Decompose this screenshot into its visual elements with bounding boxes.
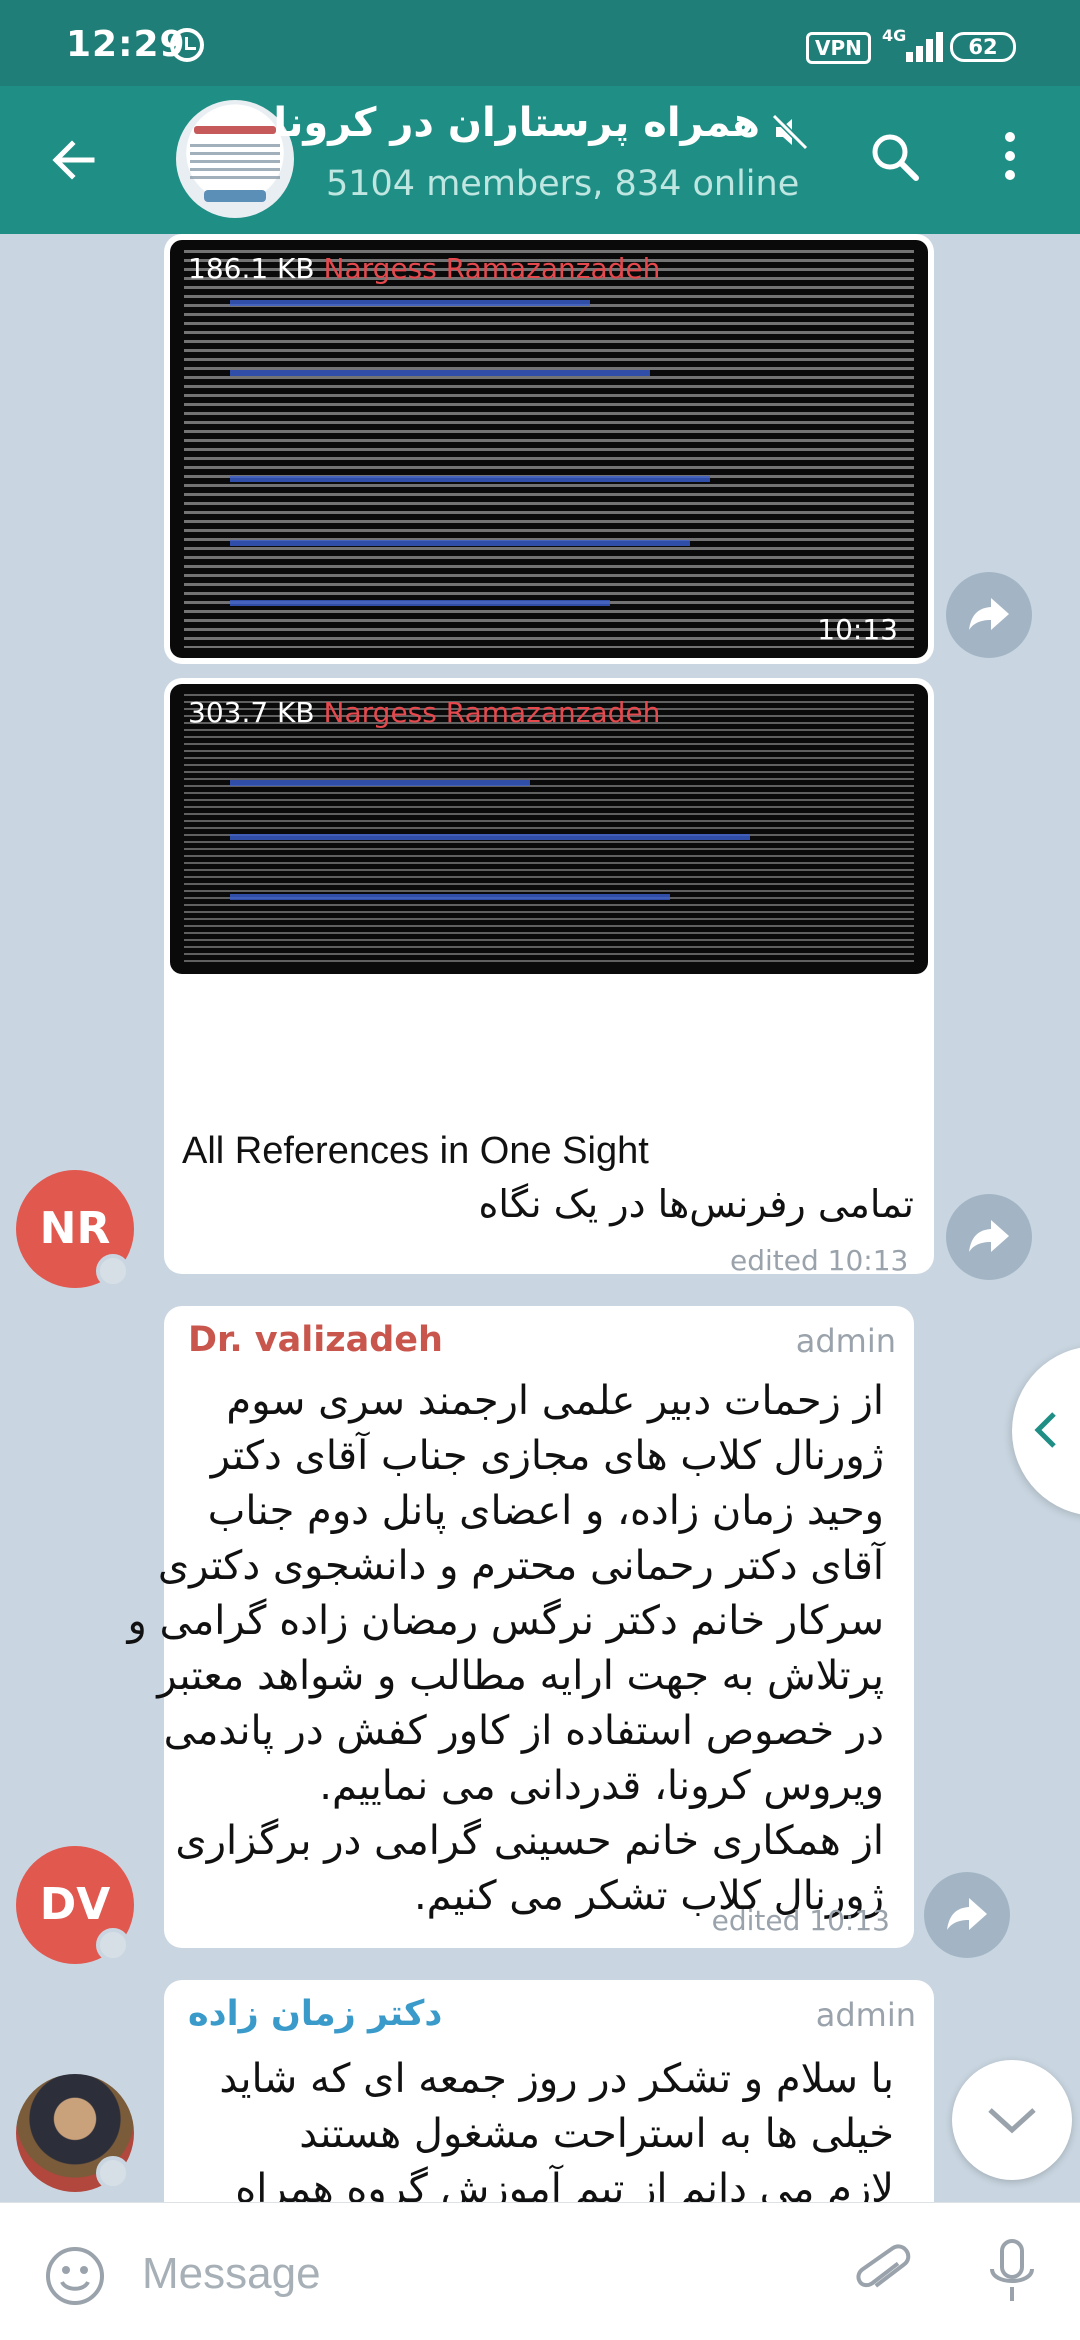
status-bar: 12:29 VPN 4G 62 (0, 0, 1080, 86)
network-type: 4G (882, 26, 907, 45)
status-time: 12:29 (66, 24, 186, 65)
file-size: 303.7 KB (188, 696, 315, 729)
message-body: از زحمات دبیر علمی ارجمند سری سوم ژورنال… (127, 1378, 884, 1919)
share-icon (969, 598, 1009, 630)
chevron-left-icon (1034, 1412, 1056, 1448)
message-body: با سلام و تشکر در روز جمعه ای که شاید خی… (219, 2056, 894, 2202)
online-indicator (96, 2156, 130, 2190)
message-sender[interactable]: دکتر زمان زاده (188, 1994, 442, 2034)
file-message[interactable]: 186.1 KB Nargess Ramazanzadeh 10:13 (164, 234, 934, 664)
online-indicator (96, 1254, 130, 1288)
vpn-badge: VPN (806, 32, 871, 64)
message-edited-time: edited 10:13 (711, 1904, 890, 1937)
message-list[interactable]: 186.1 KB Nargess Ramazanzadeh 10:13 303.… (0, 234, 1080, 2202)
message-sender[interactable]: Dr. valizadeh (188, 1320, 443, 1360)
message-input[interactable] (142, 2239, 822, 2309)
group-title[interactable]: همراه پرستاران در کرونا (273, 100, 760, 146)
document-preview-image[interactable]: 303.7 KB Nargess Ramazanzadeh (170, 684, 928, 974)
share-button[interactable] (946, 572, 1032, 658)
message-caption-english: All References in One Sight (182, 1130, 649, 1172)
message-caption-persian: تمامی رفرنس‌ها در یک نگاه (478, 1182, 915, 1226)
message-composer (0, 2202, 1080, 2340)
admin-badge: admin (795, 1322, 896, 1360)
mute-icon (771, 113, 809, 151)
paperclip-icon[interactable] (852, 2241, 914, 2307)
search-icon[interactable] (868, 130, 922, 184)
group-member-count: 5104 members, 834 online (326, 164, 800, 204)
signal-icon (906, 30, 946, 62)
side-panel-toggle[interactable] (1012, 1346, 1080, 1516)
share-button[interactable] (946, 1194, 1032, 1280)
message-time: 10:13 (817, 613, 898, 646)
scroll-down-button[interactable] (952, 2060, 1072, 2180)
emoji-icon[interactable] (44, 2245, 106, 2307)
document-preview-image[interactable]: 186.1 KB Nargess Ramazanzadeh 10:13 (170, 240, 928, 658)
share-icon (969, 1220, 1009, 1252)
back-arrow-icon[interactable] (48, 134, 100, 186)
message-edited-time: edited 10:13 (730, 1244, 909, 1277)
share-icon (947, 1898, 987, 1930)
text-message[interactable]: دکتر زمان زاده admin با سلام و تشکر در ر… (164, 1980, 934, 2202)
chevron-down-icon (988, 2108, 1036, 2134)
chat-header: همراه پرستاران در کرونا 5104 members, 83… (0, 86, 1080, 234)
file-sender: Nargess Ramazanzadeh (323, 696, 661, 729)
more-options-icon[interactable] (1000, 132, 1020, 188)
file-sender: Nargess Ramazanzadeh (323, 252, 661, 285)
share-button[interactable] (924, 1872, 1010, 1958)
battery-indicator: 62 (950, 32, 1016, 62)
alarm-icon (170, 28, 204, 62)
file-size: 186.1 KB (188, 252, 315, 285)
admin-badge: admin (815, 1996, 916, 2034)
microphone-icon[interactable] (984, 2237, 1040, 2307)
text-message[interactable]: Dr. valizadeh admin از زحمات دبیر علمی ا… (127, 1306, 914, 1948)
online-indicator (96, 1928, 130, 1962)
